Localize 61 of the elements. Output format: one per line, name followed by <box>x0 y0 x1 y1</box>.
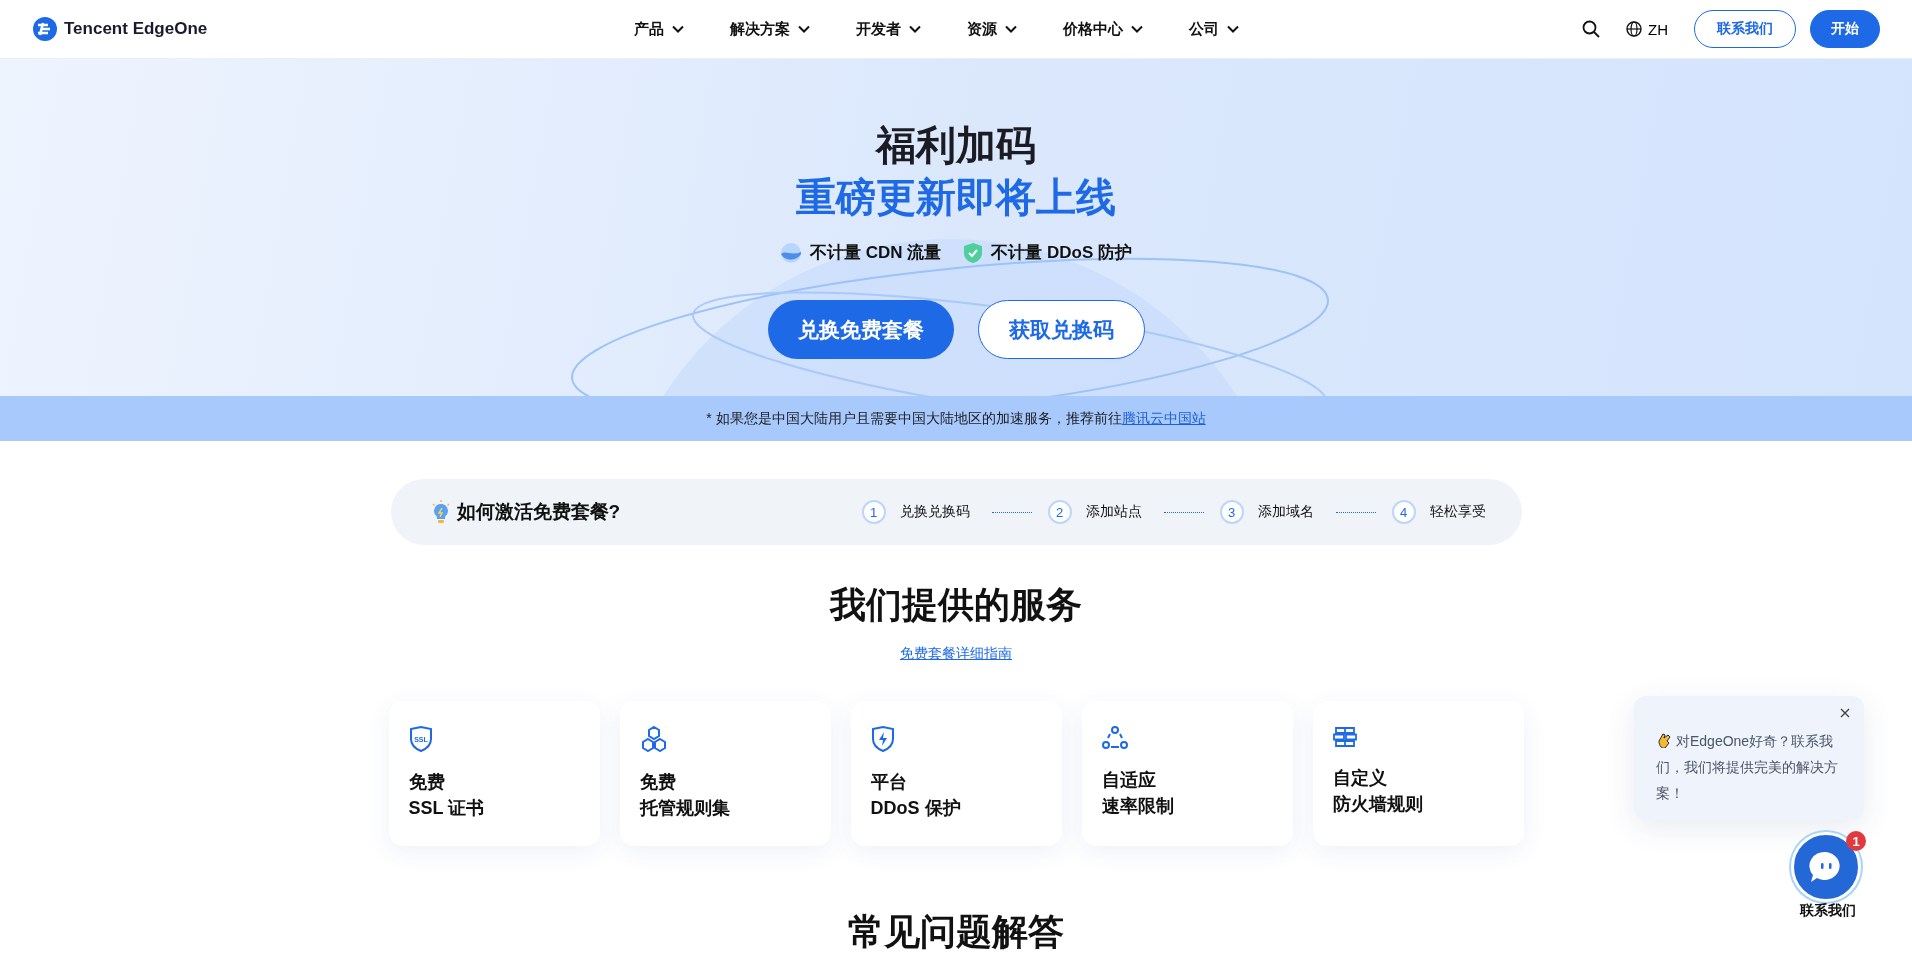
service-card[interactable]: 平台 DDoS 保护 <box>850 701 1062 846</box>
feature-label: 不计量 DDoS 防护 <box>991 242 1132 264</box>
search-icon[interactable] <box>1582 20 1600 38</box>
service-title: 自定义 防火墙规则 <box>1332 767 1424 816</box>
redeem-plan-button[interactable]: 兑换免费套餐 <box>767 300 954 359</box>
hexagons-icon <box>639 726 668 752</box>
china-site-link[interactable]: 腾讯云中国站 <box>1121 409 1206 426</box>
language-selector[interactable]: ZH <box>1620 19 1674 39</box>
shield-check-icon <box>963 241 984 264</box>
contact-button[interactable]: 联系我们 <box>1694 10 1796 48</box>
logo-icon[interactable] <box>32 16 58 42</box>
service-title: 自适应 速率限制 <box>1101 769 1175 818</box>
step-number: 4 <box>1391 500 1416 524</box>
globe-icon <box>1626 21 1642 37</box>
step-label: 轻松享受 <box>1429 503 1486 521</box>
chevron-down-icon <box>908 25 921 33</box>
step-label: 添加域名 <box>1257 503 1314 521</box>
chevron-down-icon <box>1004 25 1017 33</box>
step-number: 3 <box>1219 500 1244 524</box>
brand-name[interactable]: Tencent EdgeOne <box>64 19 208 39</box>
service-card[interactable]: 免费 托管规则集 <box>619 701 831 846</box>
shield-bolt-icon <box>870 726 895 752</box>
hand-icon <box>1656 732 1672 748</box>
nav-menu-item[interactable]: 产品 <box>633 19 684 39</box>
chat-label: 联系我们 <box>1798 902 1857 920</box>
hero-title: 福利加码 <box>876 122 1036 169</box>
chat-button[interactable] <box>1791 832 1861 902</box>
guide-link[interactable]: 免费套餐详细指南 <box>900 645 1012 663</box>
wave-icon <box>780 241 802 264</box>
chevron-down-icon <box>1130 25 1143 33</box>
nav-menu-item[interactable]: 解决方案 <box>729 19 810 39</box>
nav-menu-item[interactable]: 开发者 <box>855 19 921 39</box>
step-number: 2 <box>1047 500 1072 524</box>
activation-title: 如何激活免费套餐? <box>456 500 621 524</box>
brick-wall-icon <box>1332 726 1357 748</box>
step-label: 添加站点 <box>1085 503 1142 521</box>
notice-text: * 如果您是中国大陆用户且需要中国大陆地区的加速服务，推荐前往腾讯云中国站 <box>706 409 1206 428</box>
service-title: 免费 托管规则集 <box>639 771 731 820</box>
chat-message: 对EdgeOne好奇？联系我们，我们将提供完美的解决方案！ <box>1656 731 1839 803</box>
step-number: 1 <box>861 500 886 524</box>
nav-menu-item[interactable]: 价格中心 <box>1062 19 1143 39</box>
feature-label: 不计量 CDN 流量 <box>810 242 942 264</box>
service-card[interactable]: 自定义 防火墙规则 <box>1312 701 1524 846</box>
service-card[interactable]: 自适应 速率限制 <box>1081 701 1293 846</box>
nav-menu-item[interactable]: 公司 <box>1188 19 1239 39</box>
start-button[interactable]: 开始 <box>1810 10 1880 48</box>
service-title: 免费 SSL 证书 <box>408 771 486 820</box>
lightbulb-icon <box>430 500 451 524</box>
service-title: 平台 DDoS 保护 <box>870 771 962 820</box>
services-heading: 我们提供的服务 <box>830 583 1082 627</box>
chevron-down-icon <box>671 25 684 33</box>
notification-badge: 1 <box>1846 831 1866 851</box>
chevron-down-icon <box>1226 25 1239 33</box>
chevron-down-icon <box>797 25 810 33</box>
close-icon <box>1840 708 1850 718</box>
step-label: 兑换兑换码 <box>899 503 970 521</box>
hero-subtitle: 重磅更新即将上线 <box>796 174 1116 221</box>
get-code-button[interactable]: 获取兑换码 <box>977 300 1145 359</box>
nav-menu-item[interactable]: 资源 <box>966 19 1017 39</box>
faq-heading: 常见问题解答 <box>848 910 1064 954</box>
nodes-cycle-icon <box>1101 726 1128 750</box>
